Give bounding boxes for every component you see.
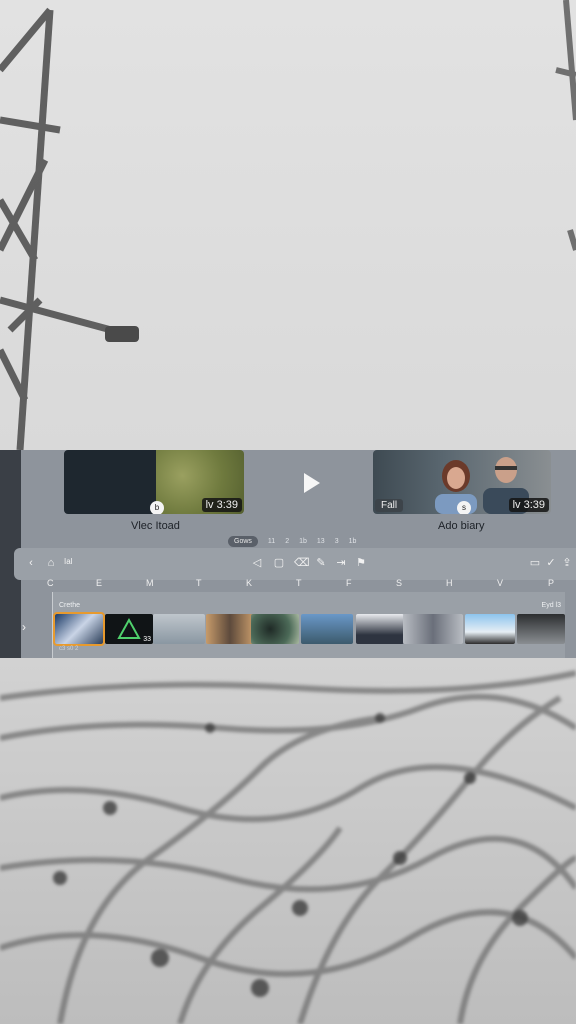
ruler-label: P	[548, 578, 555, 588]
preview-title-1: Vlec Itoad	[131, 520, 180, 532]
pylon-silhouettes	[0, 0, 576, 450]
ruler-label: T	[196, 578, 202, 588]
timeline-clip[interactable]	[517, 614, 565, 644]
timeline-clip[interactable]	[53, 612, 105, 646]
zoom-mark[interactable]: 1b	[299, 538, 307, 545]
timeline-clip[interactable]: 33	[105, 614, 153, 644]
zoom-mark[interactable]: 2	[285, 538, 289, 545]
timeline-clip[interactable]	[301, 614, 353, 644]
ruler-label: E	[96, 578, 103, 588]
timeline-clip[interactable]	[251, 614, 299, 644]
ruler-label: H	[446, 578, 453, 588]
timeline-clip[interactable]	[465, 614, 515, 644]
crop-icon[interactable]: ▢	[272, 556, 286, 570]
ruler-label: C	[47, 578, 54, 588]
preview-title-2: Ado biary	[438, 520, 485, 532]
undo-icon[interactable]: ◁	[250, 556, 264, 570]
clip-tag: Fall	[375, 499, 404, 512]
ruler-label: F	[346, 578, 352, 588]
zoom-mark[interactable]: 1b	[349, 538, 357, 545]
timeline-clip[interactable]	[153, 614, 205, 644]
zoom-mark[interactable]: 11	[268, 538, 275, 545]
ruler-label: V	[497, 578, 504, 588]
ruler-label: K	[246, 578, 253, 588]
timeline-clip[interactable]	[403, 614, 463, 644]
zoom-mark[interactable]: 13	[317, 538, 325, 545]
ruler-label: S	[396, 578, 403, 588]
clip-number: 33	[143, 636, 151, 643]
video-track: Crethe Eyd l3 33 c3 s0 2	[52, 592, 565, 658]
back-icon[interactable]: ‹	[24, 556, 38, 570]
toolbar-label: Ial	[64, 557, 73, 566]
zoom-controls: Gows 11 2 1b 13 3 1b	[228, 534, 356, 548]
background-network-floor	[0, 658, 576, 1024]
track-footer: c3 s0 2	[59, 646, 79, 652]
playhead-marker[interactable]: b	[150, 501, 164, 514]
zoom-mark[interactable]: 3	[335, 538, 339, 545]
ruler-label: M	[146, 578, 154, 588]
background-sky	[0, 0, 576, 450]
edit-icon[interactable]: ✎	[314, 556, 328, 570]
flag-icon[interactable]: ⚑	[354, 556, 368, 570]
timeline-toolbar: ‹ ⌂ Ial ◁ ▢ ⌫ ✎ ⇥ ⚑ ▭ ✓ ⇪	[14, 548, 576, 580]
chevron-right-icon[interactable]: ›	[22, 620, 26, 634]
duration-badge: lv 3:39	[508, 498, 549, 512]
timeline-clip[interactable]	[206, 614, 254, 644]
network-lines	[0, 670, 576, 1024]
preview-dark-half	[64, 450, 156, 514]
track-caption: Crethe	[59, 602, 81, 609]
home-icon[interactable]: ⌂	[44, 556, 58, 570]
duration-badge: lv 3:39	[201, 498, 242, 512]
timeline-ruler: C E M T K T F S H V P	[45, 578, 565, 592]
check-icon[interactable]: ✓	[544, 556, 558, 570]
person-thumbnail	[435, 460, 477, 514]
split-icon[interactable]: ⇥	[334, 556, 348, 570]
playhead-marker[interactable]: s	[457, 501, 471, 514]
ruler-label: T	[296, 578, 302, 588]
timeline-clip[interactable]	[356, 614, 404, 644]
zoom-pill[interactable]: Gows	[228, 535, 258, 547]
preview-clip-1[interactable]: b lv 3:39	[64, 450, 244, 514]
play-icon[interactable]	[298, 470, 324, 496]
preview-clip-2[interactable]: Fall s lv 3:39	[373, 450, 551, 514]
export-icon[interactable]: ⇪	[560, 556, 574, 570]
delete-icon[interactable]: ⌫	[294, 556, 310, 570]
track-caption-right: Eyd l3	[541, 602, 561, 609]
aspect-icon[interactable]: ▭	[528, 556, 542, 570]
video-editor-panel: b lv 3:39 Vlec Itoad Fall s lv 3:39 Ado …	[0, 450, 576, 658]
